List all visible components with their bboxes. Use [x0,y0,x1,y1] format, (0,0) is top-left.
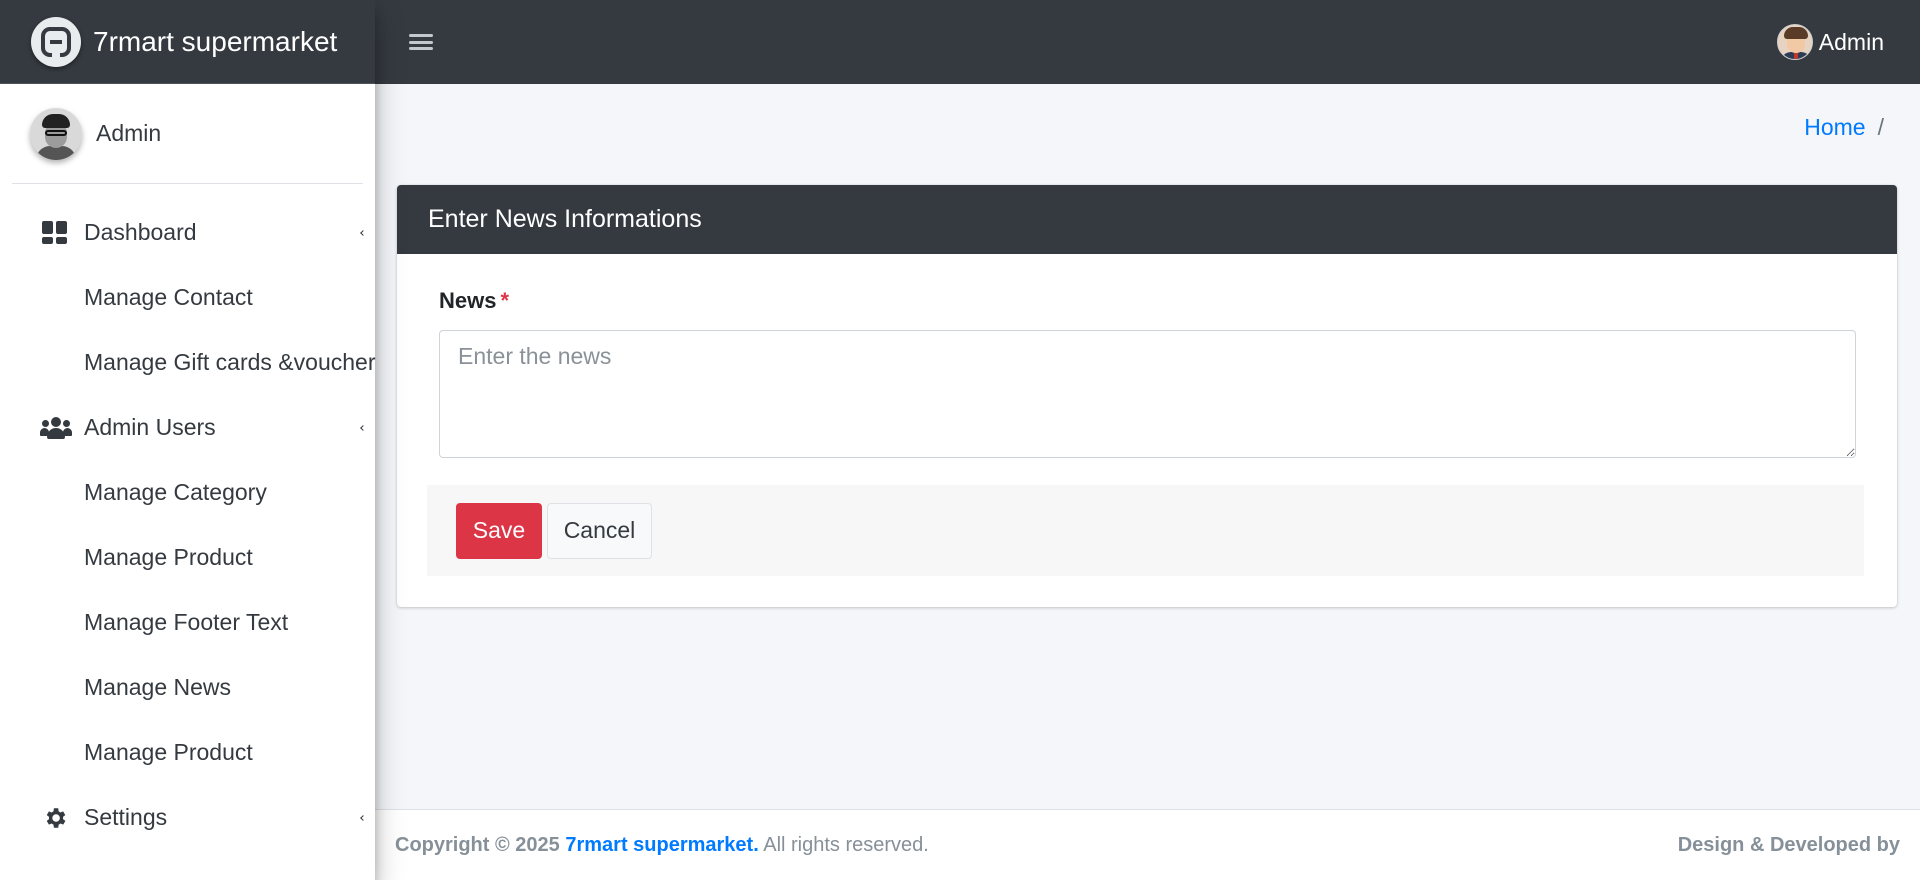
avatar [1776,24,1813,60]
sidebar-item-manage-contact[interactable]: Manage Contact [0,265,375,330]
sidebar-item-label: Manage Footer Text [84,609,289,635]
sidebar-item-manage-product[interactable]: Manage Product [0,525,375,590]
card-body: News * [397,254,1897,463]
sidebar-item-label: Manage News [84,674,232,700]
chevron-left-icon [360,229,366,236]
brand-logo-icon [31,16,81,67]
sidebar-item-label: Admin Users [84,414,216,440]
page-footer: Copyright © 2025 7rmart supermarket. All… [375,809,1920,880]
footer-brand-link[interactable]: 7rmart supermarket. [565,834,758,856]
sidebar-item-manage-news[interactable]: Manage News [0,655,375,720]
sidebar-item-label: Settings [84,804,168,830]
breadcrumb: Home / [1804,114,1884,141]
sidebar-item-manage-product-2[interactable]: Manage Product [0,720,375,785]
sidebar-item-admin-users[interactable]: Admin Users [0,395,375,460]
user-avatar [30,107,82,160]
sidebar-item-label: Manage Product [84,739,253,765]
sidebar-nav: Dashboard Manage Contact Manage Gift car… [0,184,375,850]
chevron-left-icon [360,814,366,821]
sidebar-item-label: Manage Product [84,544,253,570]
breadcrumb-separator: / [1877,114,1884,140]
sidebar-item-manage-footer-text[interactable]: Manage Footer Text [0,590,375,655]
sidebar-item-label: Dashboard [84,219,197,245]
sidebar-item-settings[interactable]: Settings [0,785,375,850]
copyright: Copyright © 2025 7rmart supermarket. All… [395,834,929,857]
card-footer: Save Cancel [427,485,1864,576]
rights-text: All rights reserved. [763,833,929,856]
users-icon [40,414,72,442]
news-textarea[interactable] [439,330,1856,458]
sidebar-item-manage-gift-cards[interactable]: Manage Gift cards &voucher [0,330,375,395]
gear-icon [40,804,70,832]
user-panel: Admin [12,84,363,184]
copyright-prefix: Copyright © 2025 [395,833,560,856]
sidebar-user-name[interactable]: Admin [96,120,161,147]
news-label-text: News [439,288,497,313]
sidebar-item-label: Manage Category [84,479,267,505]
save-button[interactable]: Save [456,502,542,559]
required-mark: * [500,288,510,313]
credit-text: Design & Developed by [1677,833,1900,856]
dashboard-icon [40,219,70,247]
brand-name: 7rmart supermarket [93,25,338,57]
top-user-menu[interactable]: Admin [1776,24,1884,60]
card-header: Enter News Informations [397,185,1897,254]
cancel-button[interactable]: Cancel [547,502,652,559]
news-form-card: Enter News Informations News* Save Cance… [397,185,1897,607]
top-user-name: Admin [1818,28,1884,55]
brand-link[interactable]: 7rmart supermarket [0,0,375,84]
breadcrumb-home-link[interactable]: Home [1804,114,1865,141]
sidebar-item-manage-category[interactable]: Manage Category [0,460,375,525]
card-title: Enter News Informations [428,205,702,233]
sidebar-item-label: Manage Gift cards &voucher [84,349,376,375]
news-label: News * [439,288,1855,314]
hamburger-icon[interactable] [409,32,433,52]
chevron-left-icon [360,424,366,431]
top-navbar: Admin [375,0,1920,84]
sidebar: 7rmart supermarket Admin Dashboard Manag… [0,0,375,880]
sidebar-item-dashboard[interactable]: Dashboard [0,200,375,265]
sidebar-item-label: Manage Contact [84,284,253,310]
